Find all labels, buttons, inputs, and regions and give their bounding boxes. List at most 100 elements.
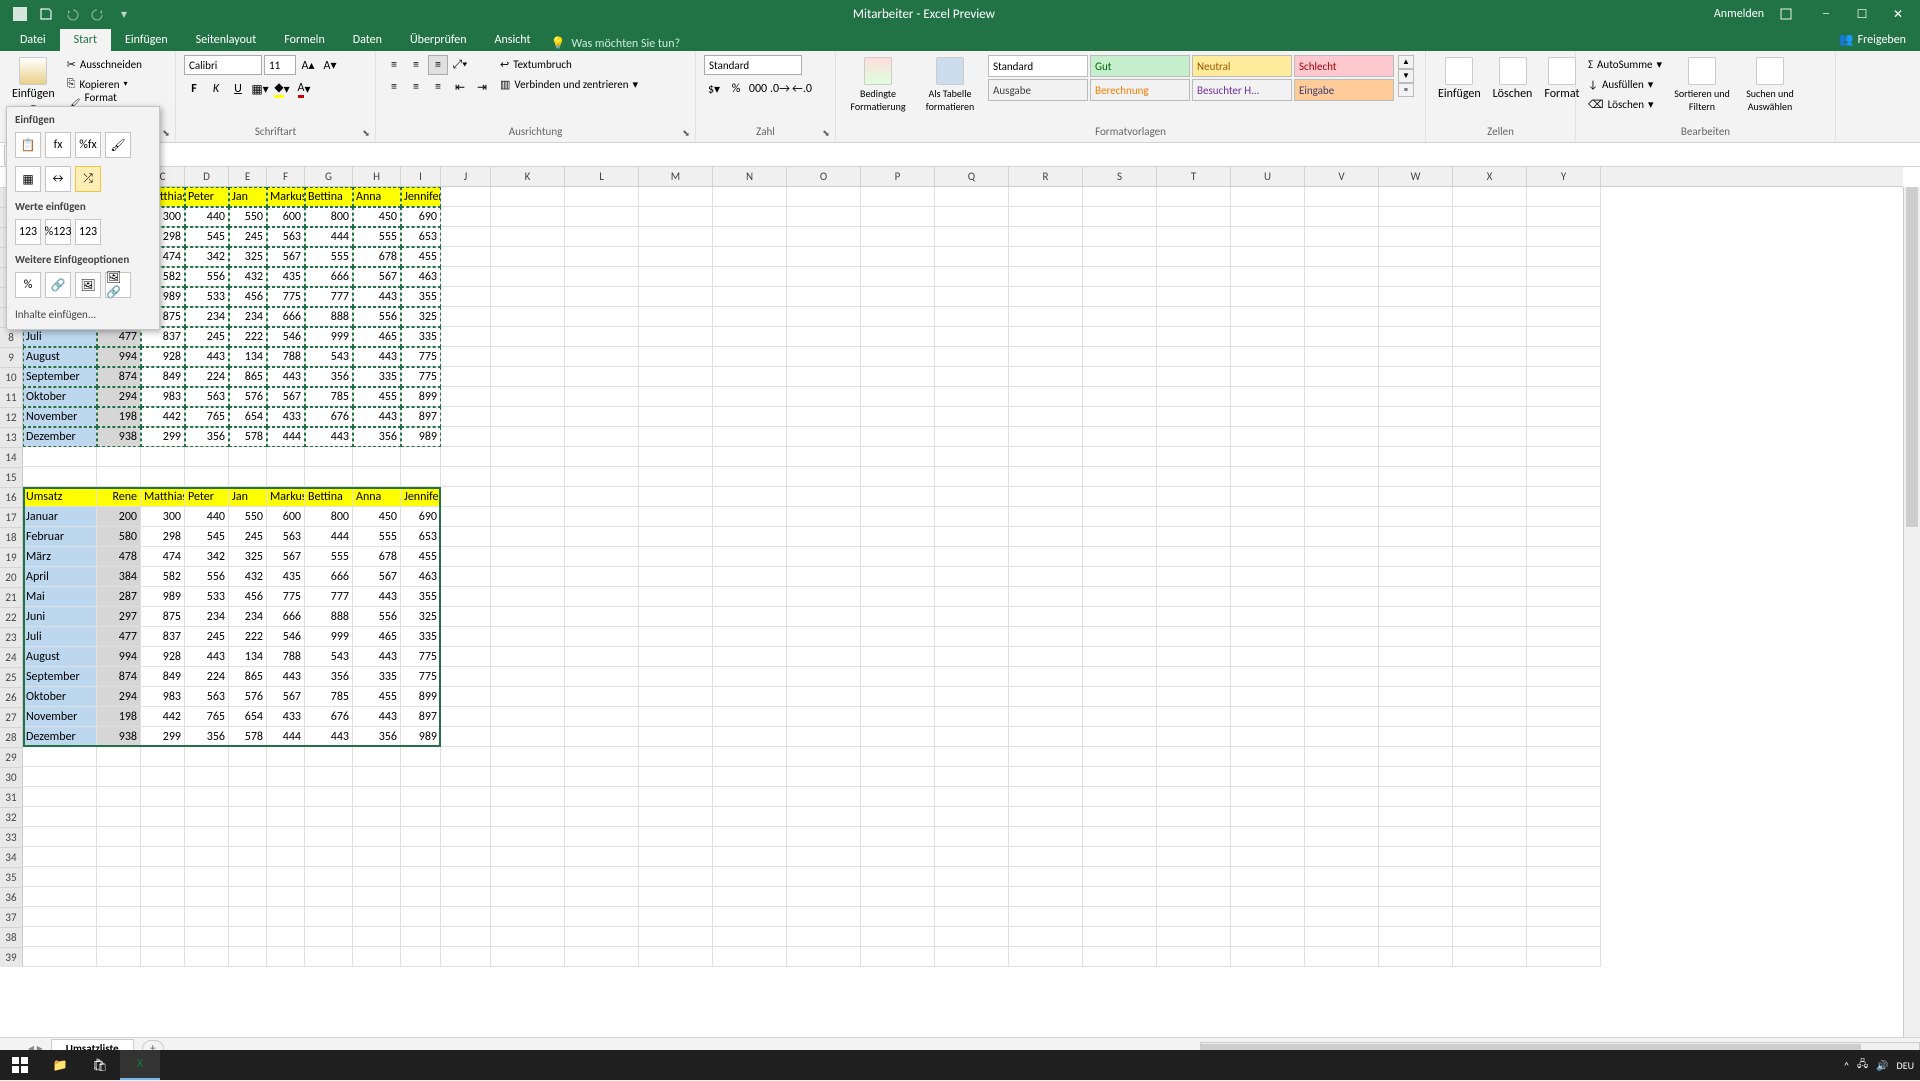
row-header-29[interactable]: 29 (0, 747, 23, 767)
signin-link[interactable]: Anmelden (1714, 7, 1764, 21)
paste-picture-icon[interactable]: 🖼 (75, 272, 101, 298)
tab-formulas[interactable]: Formeln (270, 29, 338, 51)
clear-button[interactable]: ⌫Löschen▾ (1584, 95, 1666, 113)
row-header-23[interactable]: 23 (0, 627, 23, 647)
sort-filter-button[interactable]: Sortieren und Filtern (1670, 55, 1734, 115)
autosum-button[interactable]: ΣAutoSumme▾ (1584, 55, 1666, 73)
tab-view[interactable]: Ansicht (481, 29, 545, 51)
row-header-38[interactable]: 38 (0, 927, 23, 947)
bold-button[interactable]: F (184, 79, 204, 99)
store-icon[interactable]: 🛍 (80, 1050, 120, 1080)
font-size-combo[interactable] (264, 55, 296, 75)
row-header-36[interactable]: 36 (0, 887, 23, 907)
inc-decimal-icon[interactable]: .0→ (770, 79, 790, 99)
row-header-25[interactable]: 25 (0, 667, 23, 687)
row-header-20[interactable]: 20 (0, 567, 23, 587)
close-button[interactable]: ✕ (1880, 0, 1916, 28)
row-header-12[interactable]: 12 (0, 407, 23, 427)
decrease-font-icon[interactable]: A▾ (320, 55, 340, 75)
paste-values-icon[interactable]: 123 (15, 219, 41, 245)
row-header-11[interactable]: 11 (0, 387, 23, 407)
undo-icon[interactable] (62, 4, 82, 24)
row-header-37[interactable]: 37 (0, 907, 23, 927)
increase-font-icon[interactable]: A▴ (298, 55, 318, 75)
style-schlecht[interactable]: Schlecht (1294, 55, 1394, 77)
tray-expand-icon[interactable]: ^ (1844, 1059, 1849, 1072)
tab-insert[interactable]: Einfügen (111, 29, 182, 51)
network-icon[interactable]: 🖧 (1857, 1057, 1868, 1074)
row-header-9[interactable]: 9 (0, 347, 23, 367)
wrap-text-button[interactable]: ↩Textumbruch (496, 55, 642, 73)
orientation-icon[interactable]: ⤢▾ (450, 55, 470, 75)
tab-review[interactable]: Überprüfen (396, 29, 481, 51)
redo-icon[interactable] (88, 4, 108, 24)
style-eingabe[interactable]: Eingabe (1294, 79, 1394, 101)
indent-dec-icon[interactable]: ⇤ (450, 77, 470, 97)
cut-button[interactable]: ✂Ausschneiden (63, 55, 167, 73)
tell-me[interactable]: 💡 Was möchten Sie tun? (551, 36, 681, 51)
ribbon-display-icon[interactable] (1776, 4, 1796, 24)
paste-no-borders-icon[interactable]: ▦ (15, 166, 41, 192)
percent-icon[interactable]: % (726, 79, 746, 99)
style-besuchter h...[interactable]: Besuchter H... (1192, 79, 1292, 101)
volume-icon[interactable]: 🔊 (1876, 1059, 1888, 1072)
row-header-33[interactable]: 33 (0, 827, 23, 847)
align-left-icon[interactable]: ≡ (384, 77, 404, 97)
currency-icon[interactable]: $▾ (704, 79, 724, 99)
paste-linked-pic-icon[interactable]: 🖼🔗 (105, 272, 131, 298)
font-launcher[interactable]: ⬊ (359, 126, 373, 140)
fill-color-button[interactable]: ◆▾ (272, 79, 292, 99)
row-header-26[interactable]: 26 (0, 687, 23, 707)
row-header-28[interactable]: 28 (0, 727, 23, 747)
alignment-launcher[interactable]: ⬊ (679, 126, 693, 140)
paste-formatting-icon[interactable]: % (15, 272, 41, 298)
dec-decimal-icon[interactable]: ←.0 (792, 79, 812, 99)
cell-styles-gallery[interactable]: StandardGutNeutralSchlechtAusgabeBerechn… (988, 55, 1394, 101)
excel-taskbar-icon[interactable]: X (120, 1050, 160, 1080)
column-headers[interactable]: CDEFGHIJKLMNOPQRSTUVWXY (23, 167, 1903, 187)
save-icon[interactable] (36, 4, 56, 24)
qat-customize-icon[interactable]: ▾ (114, 4, 134, 24)
row-header-16[interactable]: 16 (0, 487, 23, 507)
row-header-14[interactable]: 14 (0, 447, 23, 467)
cond-format-button[interactable]: Bedingte Formatierung (844, 55, 912, 115)
row-header-32[interactable]: 32 (0, 807, 23, 827)
paste-formulas-num-icon[interactable]: %fx (75, 132, 101, 158)
style-neutral[interactable]: Neutral (1192, 55, 1292, 77)
font-name-combo[interactable] (184, 55, 262, 75)
row-header-22[interactable]: 22 (0, 607, 23, 627)
formula-input[interactable] (125, 145, 1920, 165)
tab-file[interactable]: Datei (6, 29, 60, 51)
style-berechnung[interactable]: Berechnung (1090, 79, 1190, 101)
align-bottom-icon[interactable]: ≡ (428, 55, 448, 75)
row-header-34[interactable]: 34 (0, 847, 23, 867)
row-header-21[interactable]: 21 (0, 587, 23, 607)
number-launcher[interactable]: ⬊ (819, 126, 833, 140)
tab-home[interactable]: Start (60, 29, 111, 51)
number-format-combo[interactable] (704, 55, 802, 75)
paste-keep-source-icon[interactable]: 🖌 (105, 132, 131, 158)
thousands-icon[interactable]: 000 (748, 79, 768, 99)
row-header-15[interactable]: 15 (0, 467, 23, 487)
style-standard[interactable]: Standard (988, 55, 1088, 77)
row-header-19[interactable]: 19 (0, 547, 23, 567)
paste-values-src-icon[interactable]: 123 (75, 219, 101, 245)
paste-values-num-icon[interactable]: %123 (45, 219, 71, 245)
row-header-8[interactable]: 8 (0, 327, 23, 347)
align-center-icon[interactable]: ≡ (406, 77, 426, 97)
tab-data[interactable]: Daten (339, 29, 396, 51)
start-button[interactable] (0, 1050, 40, 1080)
clipboard-launcher[interactable]: ⬊ (159, 126, 173, 140)
find-select-button[interactable]: Suchen und Auswählen (1738, 55, 1802, 115)
grid-cells[interactable]: MatthiasPeterJanMarkusBettinaAnnaJennife… (23, 187, 1903, 1037)
file-explorer-icon[interactable]: 📁 (40, 1050, 80, 1080)
paste-all-icon[interactable]: 📋 (15, 132, 41, 158)
align-top-icon[interactable]: ≡ (384, 55, 404, 75)
font-color-button[interactable]: A▾ (294, 79, 314, 99)
tab-layout[interactable]: Seitenlayout (182, 29, 271, 51)
merge-button[interactable]: ▥Verbinden und zentrieren▾ (496, 75, 642, 93)
underline-button[interactable]: U (228, 79, 248, 99)
vscroll-thumb[interactable] (1906, 187, 1918, 527)
row-header-24[interactable]: 24 (0, 647, 23, 667)
maximize-button[interactable]: ☐ (1844, 0, 1880, 28)
